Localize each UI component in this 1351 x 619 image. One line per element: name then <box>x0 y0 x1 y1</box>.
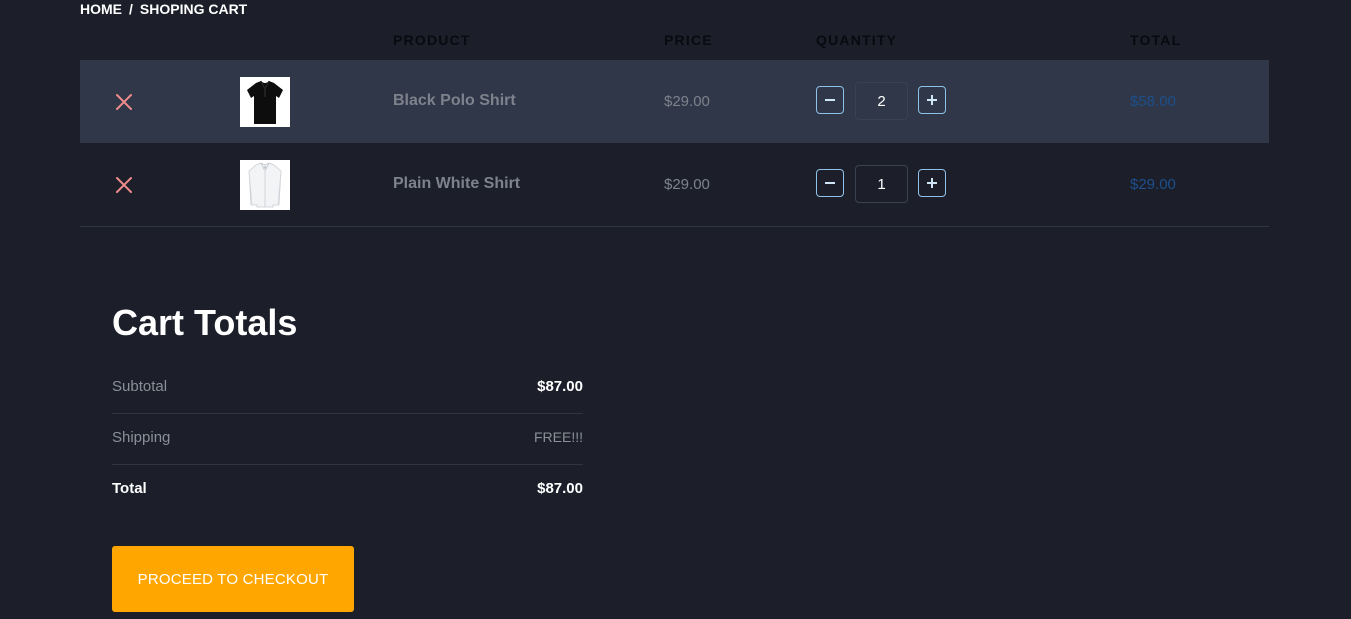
line-total: $58.00 <box>1130 93 1176 110</box>
product-price: $29.00 <box>664 93 710 110</box>
total-row: Total $87.00 <box>112 464 583 515</box>
shipping-row: Shipping FREE!!! <box>112 413 583 465</box>
increase-quantity-button[interactable] <box>918 86 946 114</box>
cart-row: Plain White Shirt $29.00 $29.00 <box>80 143 1269 227</box>
black-polo-shirt-image <box>240 77 290 127</box>
header-price: PRICE <box>664 32 713 48</box>
product-name[interactable]: Plain White Shirt <box>393 175 520 193</box>
total-value: $87.00 <box>537 480 583 497</box>
breadcrumb-current: SHOPING CART <box>139 1 248 17</box>
decrease-quantity-button[interactable] <box>816 169 844 197</box>
remove-item-icon[interactable] <box>114 92 134 112</box>
cart-totals-title: Cart Totals <box>112 302 298 343</box>
subtotal-row: Subtotal $87.00 <box>112 362 583 414</box>
product-name[interactable]: Black Polo Shirt <box>393 92 516 110</box>
cart-table-header: PRODUCT PRICE QUANTITY TOTAL <box>80 30 1269 52</box>
breadcrumb: HOME / SHOPING CART <box>80 1 247 17</box>
quantity-input[interactable] <box>855 165 908 203</box>
quantity-input[interactable] <box>855 82 908 120</box>
proceed-to-checkout-button[interactable]: PROCEED TO CHECKOUT <box>112 546 354 612</box>
shopping-cart-page: HOME / SHOPING CART PRODUCT PRICE QUANTI… <box>0 0 1351 619</box>
header-quantity: QUANTITY <box>816 32 898 48</box>
remove-item-icon[interactable] <box>114 175 134 195</box>
shipping-value: FREE!!! <box>533 429 583 445</box>
breadcrumb-separator: / <box>129 1 133 17</box>
line-total: $29.00 <box>1130 176 1176 193</box>
plain-white-shirt-image <box>240 160 290 210</box>
decrease-quantity-button[interactable] <box>816 86 844 114</box>
increase-quantity-button[interactable] <box>918 169 946 197</box>
shipping-label: Shipping <box>112 429 171 446</box>
total-label: Total <box>112 480 147 497</box>
header-product: PRODUCT <box>393 32 471 48</box>
product-price: $29.00 <box>664 176 710 193</box>
breadcrumb-home-link[interactable]: HOME <box>80 1 122 17</box>
subtotal-value: $87.00 <box>537 378 583 395</box>
header-total: TOTAL <box>1130 32 1182 48</box>
cart-row: Black Polo Shirt $29.00 $58.00 <box>80 60 1269 143</box>
subtotal-label: Subtotal <box>112 378 168 395</box>
